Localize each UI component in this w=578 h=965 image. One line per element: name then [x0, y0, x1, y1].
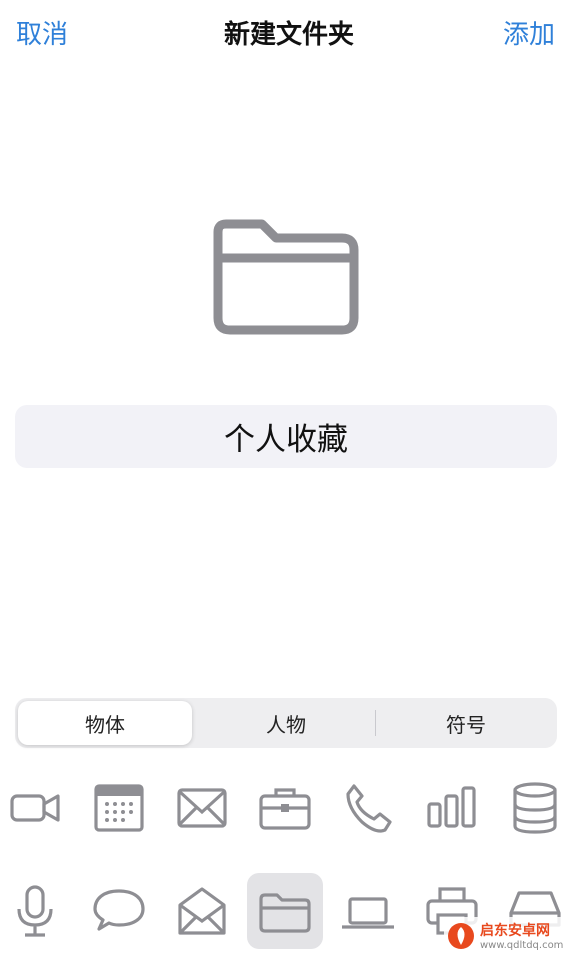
briefcase-icon[interactable] [247, 770, 323, 846]
video-camera-icon[interactable] [0, 770, 73, 846]
add-button[interactable]: 添加 [503, 14, 555, 51]
watermark-url: www.qdltdq.com [480, 940, 564, 951]
folder-preview-icon [213, 219, 359, 335]
category-segmented-control: 物体 人物 符号 [15, 698, 557, 748]
watermark: 启东安卓网 www.qdltdq.com [444, 917, 572, 957]
segment-objects[interactable]: 物体 [18, 701, 192, 745]
phone-icon[interactable] [330, 770, 406, 846]
speech-bubble-icon[interactable] [81, 873, 157, 949]
folder-icon[interactable] [247, 873, 323, 949]
page-title: 新建文件夹 [223, 20, 354, 50]
calendar-icon[interactable] [81, 770, 157, 846]
envelope-icon[interactable] [164, 770, 240, 846]
segment-label: 符号 [446, 712, 486, 737]
segment-divider [375, 710, 376, 736]
segment-people[interactable]: 人物 [199, 701, 373, 745]
watermark-logo-icon [448, 923, 474, 949]
nav-bar: 取消 新建文件夹 添加 [0, 0, 578, 64]
segment-symbols[interactable]: 符号 [379, 701, 553, 745]
segment-label: 物体 [85, 712, 125, 737]
database-icon[interactable] [497, 770, 573, 846]
segment-label: 人物 [266, 712, 306, 737]
open-envelope-icon[interactable] [164, 873, 240, 949]
folder-name-input[interactable] [15, 405, 557, 468]
watermark-title: 启东安卓网 [480, 923, 550, 939]
microphone-icon[interactable] [0, 873, 73, 949]
laptop-icon[interactable] [330, 873, 406, 949]
bar-chart-icon[interactable] [414, 770, 490, 846]
